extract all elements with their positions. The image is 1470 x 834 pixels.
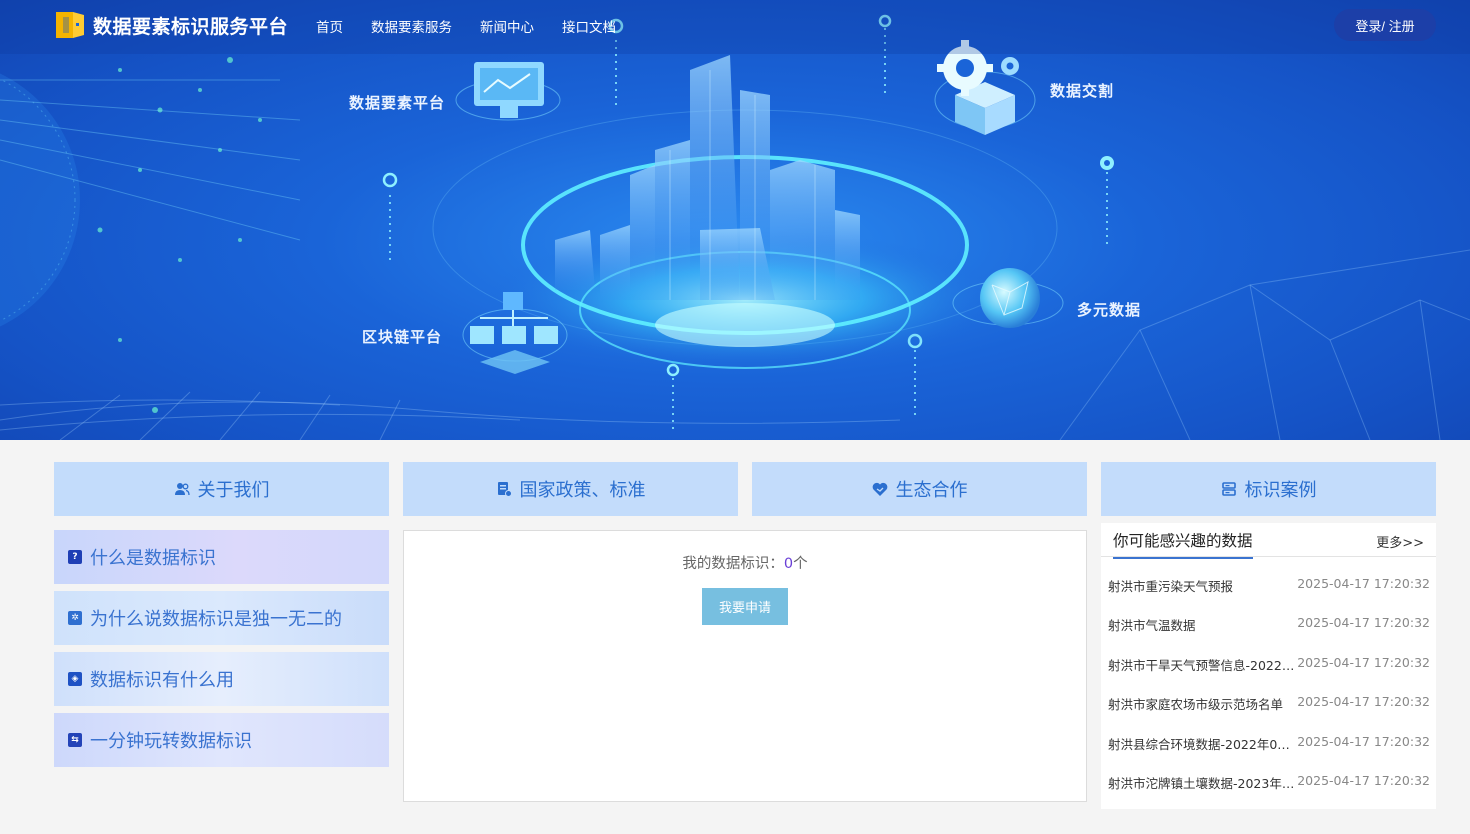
my-identifiers-count: 我的数据标识：0个	[404, 552, 1086, 573]
item-date: 2025-04-17 17:20:32	[1297, 576, 1430, 591]
item-title[interactable]: 射洪市家庭农场市级示范场名单	[1108, 694, 1297, 714]
interest-data-panel: 你可能感兴趣的数据 更多>> 射洪市重污染天气预报 2025-04-17 17:…	[1101, 523, 1436, 809]
identifier-cases-label: 标识案例	[1244, 480, 1317, 501]
nav-data-services[interactable]: 数据要素服务	[371, 16, 452, 36]
nav-news-center[interactable]: 新闻中心	[480, 16, 534, 36]
document-icon	[497, 482, 512, 497]
hero-label-blockchain: 区块链平台	[362, 328, 443, 346]
main-nav: 首页 数据要素服务 新闻中心 接口文档	[316, 16, 616, 36]
about-us-label: 关于我们	[197, 480, 270, 501]
policy-standards-label: 国家政策、标准	[519, 480, 646, 501]
faq-label: 什么是数据标识	[90, 548, 216, 569]
top-navigation-bar: 数据要素标识服务平台 首页 数据要素服务 新闻中心 接口文档 登录/ 注册	[0, 0, 1470, 54]
nav-api-docs[interactable]: 接口文档	[562, 16, 616, 36]
about-us-card[interactable]: 关于我们	[54, 462, 389, 516]
divider	[1101, 556, 1436, 557]
list-item[interactable]: 射洪市家庭农场市级示范场名单 2025-04-17 17:20:32	[1108, 694, 1430, 714]
site-title: 数据要素标识服务平台	[93, 16, 289, 38]
policy-standards-card[interactable]: 国家政策、标准	[403, 462, 738, 516]
ecosystem-label: 生态合作	[895, 480, 968, 501]
login-register-button[interactable]: 登录/ 注册	[1334, 9, 1436, 41]
item-title[interactable]: 射洪市干旱天气预警信息-2022年12月	[1108, 655, 1297, 675]
item-date: 2025-04-17 17:20:32	[1297, 655, 1430, 670]
item-title[interactable]: 射洪县综合环境数据-2022年01月-2022年12月	[1108, 734, 1297, 754]
list-item[interactable]: 射洪市重污染天气预报 2025-04-17 17:20:32	[1108, 576, 1430, 596]
faq-label: 为什么说数据标识是独一无二的	[90, 609, 342, 630]
identifier-count-unit: 个	[793, 556, 808, 572]
item-date: 2025-04-17 17:20:32	[1297, 615, 1430, 630]
faq-label: 一分钟玩转数据标识	[90, 731, 252, 752]
exchange-icon: ⇆	[68, 733, 82, 747]
question-icon: ?	[68, 550, 82, 564]
ecosystem-card[interactable]: 生态合作	[752, 462, 1087, 516]
handshake-heart-icon	[872, 482, 887, 496]
item-date: 2025-04-17 17:20:32	[1297, 773, 1430, 788]
item-date: 2025-04-17 17:20:32	[1297, 734, 1430, 749]
my-identifiers-label: 我的数据标识：	[682, 556, 784, 572]
item-title[interactable]: 射洪市沱牌镇土壤数据-2023年06月	[1108, 773, 1297, 793]
list-item[interactable]: 射洪市干旱天气预警信息-2022年12月 2025-04-17 17:20:32	[1108, 655, 1430, 675]
snowflake-icon: ✲	[68, 611, 82, 625]
hero-label-data-platform: 数据要素平台	[349, 94, 446, 112]
faq-label: 数据标识有什么用	[90, 670, 234, 691]
identifier-count-value: 0	[783, 556, 794, 572]
hero-banner: 数据要素标识服务平台 首页 数据要素服务 新闻中心 接口文档 登录/ 注册 数据…	[0, 0, 1470, 440]
item-title[interactable]: 射洪市气温数据	[1108, 615, 1297, 635]
server-icon	[1221, 482, 1236, 496]
faq-what-is-identifier[interactable]: ? 什么是数据标识	[54, 530, 389, 584]
faq-why-unique[interactable]: ✲ 为什么说数据标识是独一无二的	[54, 591, 389, 645]
list-item[interactable]: 射洪市气温数据 2025-04-17 17:20:32	[1108, 615, 1430, 635]
more-link[interactable]: 更多>>	[1376, 532, 1424, 551]
nav-home[interactable]: 首页	[316, 16, 343, 36]
item-date: 2025-04-17 17:20:32	[1297, 694, 1430, 709]
faq-one-minute-guide[interactable]: ⇆ 一分钟玩转数据标识	[54, 713, 389, 767]
hero-label-multi-data: 多元数据	[1077, 301, 1142, 319]
hero-illustration	[0, 14, 1470, 440]
list-item[interactable]: 射洪县综合环境数据-2022年01月-2022年12月 2025-04-17 1…	[1108, 734, 1430, 754]
logo-icon	[56, 12, 84, 38]
faq-what-use[interactable]: ◈ 数据标识有什么用	[54, 652, 389, 706]
apply-button[interactable]: 我要申请	[702, 588, 788, 625]
my-identifiers-panel: 我的数据标识：0个 我要申请	[403, 530, 1087, 802]
tab-interest-data[interactable]: 你可能感兴趣的数据	[1113, 529, 1253, 559]
users-icon	[174, 483, 190, 496]
item-title[interactable]: 射洪市重污染天气预报	[1108, 576, 1297, 596]
identifier-cases-card[interactable]: 标识案例	[1101, 462, 1436, 516]
hero-label-data-delivery: 数据交割	[1050, 82, 1115, 100]
shield-icon: ◈	[68, 672, 82, 686]
list-item[interactable]: 射洪市沱牌镇土壤数据-2023年06月 2025-04-17 17:20:32	[1108, 773, 1430, 793]
